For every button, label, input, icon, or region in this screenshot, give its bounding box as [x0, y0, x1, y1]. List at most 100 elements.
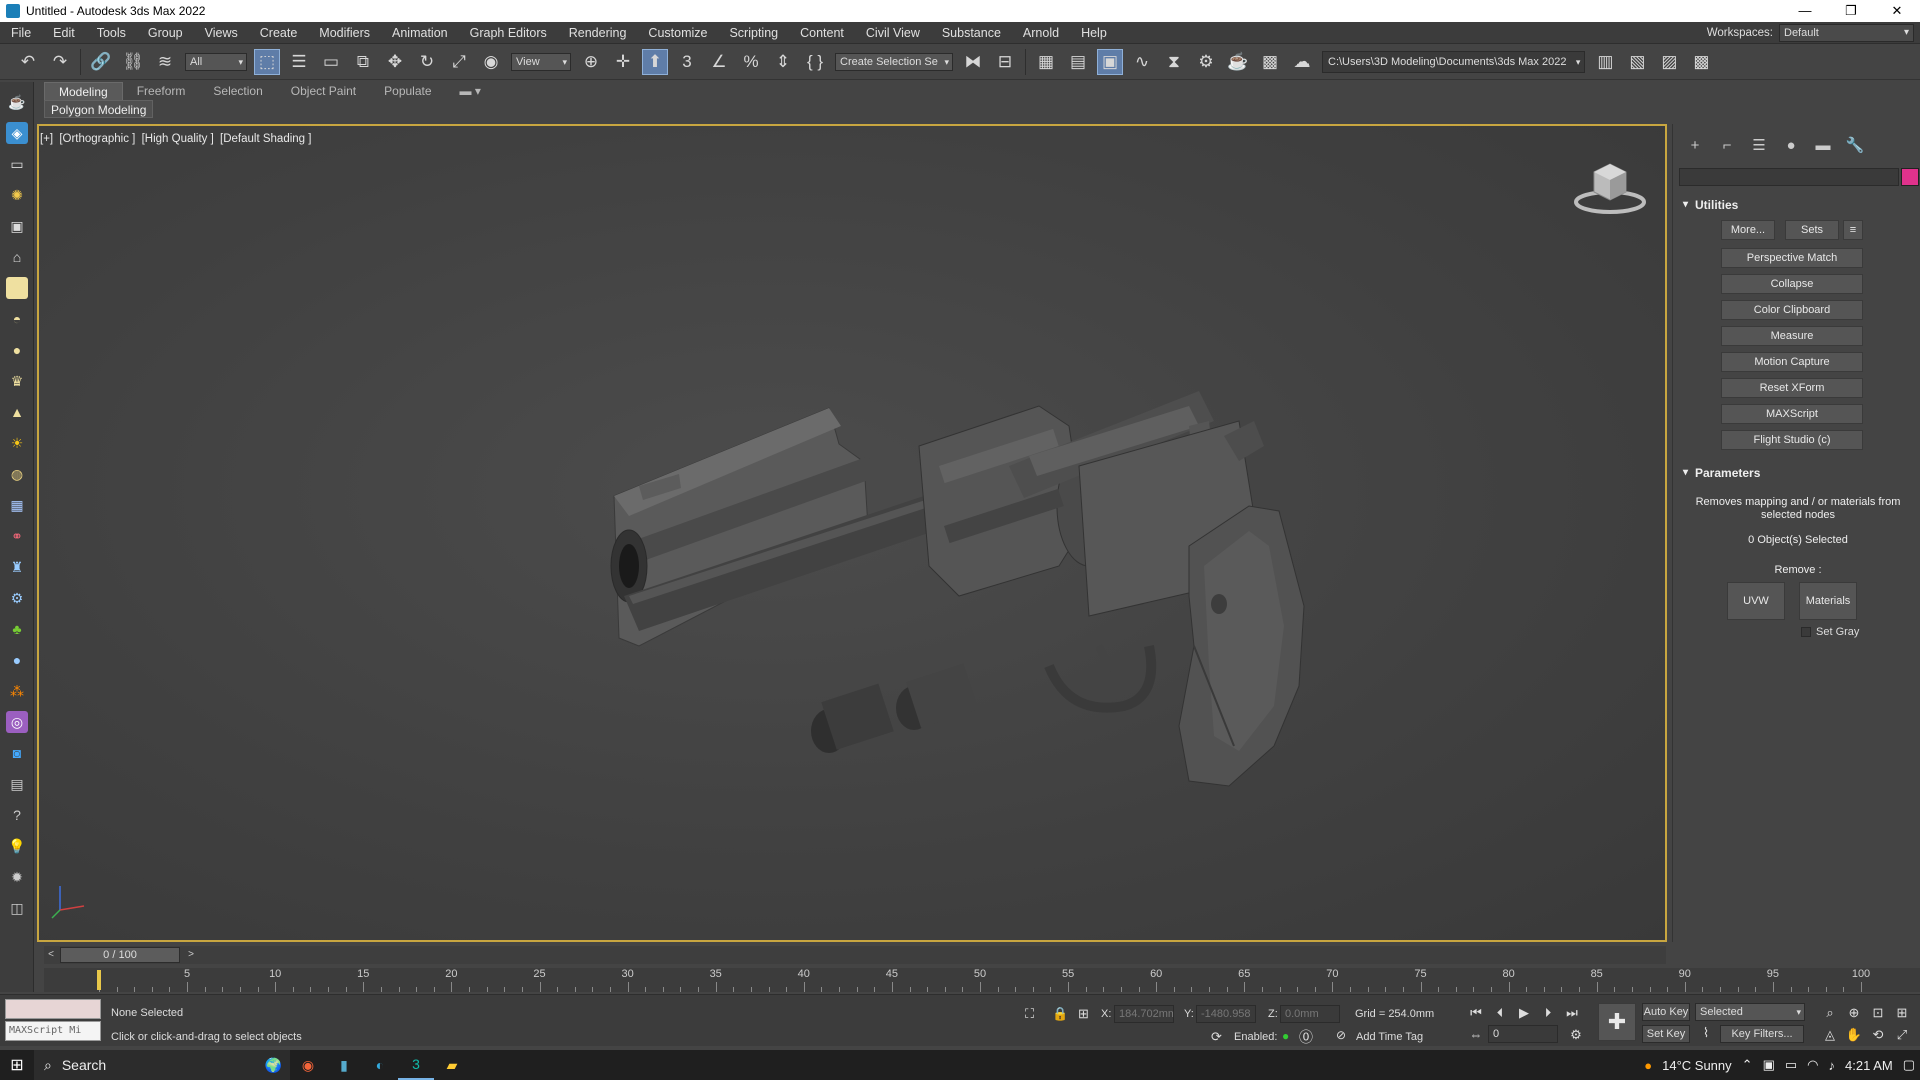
undo-icon[interactable]: ↶: [15, 49, 41, 75]
zoom-extents-icon[interactable]: ⊡: [1868, 1005, 1888, 1021]
snaps-toggle-icon[interactable]: 3: [674, 49, 700, 75]
go-to-end-icon[interactable]: ⏭: [1562, 1005, 1582, 1021]
menu-arnold[interactable]: Arnold: [1012, 26, 1070, 40]
zoom-extents-all-icon[interactable]: ⊞: [1892, 1005, 1912, 1021]
key-selection-dropdown[interactable]: Selected: [1695, 1003, 1805, 1021]
menu-create[interactable]: Create: [249, 26, 309, 40]
selection-lock-icon[interactable]: 🔒: [1052, 1006, 1068, 1022]
camera-icon[interactable]: ◫: [6, 897, 28, 919]
hemisphere-icon[interactable]: ◓: [6, 308, 28, 330]
spinner-snap-icon[interactable]: ⇕: [770, 49, 796, 75]
object-name-field[interactable]: [1679, 168, 1899, 186]
render-frame-icon[interactable]: ◎: [6, 711, 28, 733]
lights-icon[interactable]: ✺: [6, 184, 28, 206]
bind-space-warp-icon[interactable]: ≋: [152, 49, 178, 75]
key-filters-button[interactable]: Key Filters...: [1720, 1025, 1804, 1043]
play-icon[interactable]: ▶: [1514, 1005, 1534, 1021]
object-color-swatch[interactable]: [1901, 168, 1919, 186]
camera-tray-icon[interactable]: ▣: [1763, 1057, 1775, 1073]
viewcube-icon[interactable]: [1572, 158, 1648, 216]
remove-materials-button[interactable]: Materials: [1799, 582, 1857, 620]
set-gray-checkbox[interactable]: [1801, 627, 1811, 637]
menu-rendering[interactable]: Rendering: [558, 26, 638, 40]
sun-icon[interactable]: ☀: [6, 432, 28, 454]
zoom-icon[interactable]: ⌕: [1820, 1005, 1840, 1021]
material-ball-icon[interactable]: ●: [6, 649, 28, 671]
workspace-dropdown[interactable]: Default: [1779, 24, 1914, 42]
enabled-indicator-icon[interactable]: ●: [1282, 1029, 1289, 1043]
selection-filter-dropdown[interactable]: All: [185, 52, 247, 71]
viewport-menu-plus[interactable]: [+]: [40, 133, 53, 145]
mirror-icon[interactable]: ⧓: [960, 49, 986, 75]
taskbar-search[interactable]: ⌕ Search 🌍: [34, 1050, 290, 1080]
menu-modifiers[interactable]: Modifiers: [308, 26, 381, 40]
pivot-center-icon[interactable]: ⊕: [578, 49, 604, 75]
maxscript-listener-box[interactable]: [5, 999, 101, 1019]
menu-help[interactable]: Help: [1070, 26, 1118, 40]
edit-named-sets-icon[interactable]: { }: [802, 49, 828, 75]
menu-substance[interactable]: Substance: [931, 26, 1012, 40]
select-manipulate-icon[interactable]: ✛: [610, 49, 636, 75]
select-object-icon[interactable]: ⬚: [254, 48, 280, 75]
viewport[interactable]: [37, 124, 1667, 942]
start-button-icon[interactable]: ⊞: [0, 1055, 34, 1075]
menu-views[interactable]: Views: [194, 26, 249, 40]
create-tab-icon[interactable]: +: [1679, 134, 1711, 156]
battery-icon[interactable]: ▭: [1785, 1057, 1797, 1073]
configure-sets-icon[interactable]: ≡: [1843, 220, 1863, 240]
utilities-rollout-title[interactable]: Utilities: [1679, 196, 1913, 214]
redo-icon[interactable]: ↷: [47, 49, 73, 75]
y-coord-field[interactable]: -1480.958: [1196, 1005, 1256, 1023]
container-icon[interactable]: ▧: [1624, 49, 1650, 75]
time-slider-thumb[interactable]: 0 / 100: [60, 947, 180, 963]
add-time-tag[interactable]: Add Time Tag: [1356, 1031, 1423, 1043]
maximize-viewport-icon[interactable]: ⤢: [1892, 1027, 1912, 1043]
sphere-icon[interactable]: ●: [6, 339, 28, 361]
viewport-shading-label[interactable]: [Default Shading ]: [220, 133, 311, 145]
rendered-frame-window-icon[interactable]: ▩: [1257, 49, 1283, 75]
tab-modeling[interactable]: Modeling: [44, 82, 123, 100]
create-icon[interactable]: ◈: [6, 122, 28, 144]
edge-browser-icon[interactable]: ◐: [362, 1050, 398, 1080]
ribbon-polygon-modeling[interactable]: Polygon Modeling: [44, 100, 154, 118]
percent-snap-icon[interactable]: %: [738, 49, 764, 75]
color-clipboard-button[interactable]: Color Clipboard: [1721, 300, 1863, 320]
menu-animation[interactable]: Animation: [381, 26, 459, 40]
file-explorer-icon[interactable]: ▰: [434, 1050, 470, 1080]
utilities-tab-icon[interactable]: 🔧: [1839, 134, 1871, 156]
render-setup-icon[interactable]: ☕: [1225, 49, 1251, 75]
viewport-quality-label[interactable]: [High Quality ]: [142, 133, 214, 145]
video-post-icon[interactable]: ◙: [6, 742, 28, 764]
stats-app-icon[interactable]: ▮: [326, 1050, 362, 1080]
weather-icon[interactable]: ●: [1644, 1058, 1652, 1073]
modify-tab-icon[interactable]: ⌐: [1711, 134, 1743, 156]
revolver-model[interactable]: [610, 391, 1305, 787]
motion-capture-button[interactable]: Motion Capture: [1721, 352, 1863, 372]
viewport-label[interactable]: [+] [Orthographic ] [High Quality ] [Def…: [40, 133, 314, 145]
ribbon-options-icon[interactable]: ▬ ▾: [446, 82, 495, 100]
biped-icon[interactable]: ♜: [6, 556, 28, 578]
3ds-max-app-icon[interactable]: 3: [398, 1050, 434, 1080]
auto-key-button[interactable]: Auto Key: [1642, 1003, 1690, 1021]
flight-studio-button[interactable]: Flight Studio (c): [1721, 430, 1863, 450]
layer-explorer-icon[interactable]: ▤: [1065, 49, 1091, 75]
field-of-view-icon[interactable]: ◬: [1820, 1027, 1840, 1043]
utility-icon[interactable]: ▤: [6, 773, 28, 795]
project-icon[interactable]: ▥: [1592, 49, 1618, 75]
tab-freeform[interactable]: Freeform: [123, 82, 200, 100]
unlink-icon[interactable]: ⛓: [120, 49, 146, 75]
gear-icon[interactable]: ⚙: [6, 587, 28, 609]
viewport-view-label[interactable]: [Orthographic ]: [59, 133, 135, 145]
scene-explorer-icon[interactable]: ▦: [1033, 49, 1059, 75]
time-configuration-icon[interactable]: ⚙: [1566, 1027, 1586, 1043]
wifi-icon[interactable]: ◠: [1807, 1057, 1818, 1073]
adaptive-degradation-icon[interactable]: ⟳: [1211, 1029, 1222, 1045]
grid-icon[interactable]: ▦: [6, 494, 28, 516]
plane-icon[interactable]: [6, 277, 28, 299]
container-close-icon[interactable]: ▩: [1688, 49, 1714, 75]
material-editor-icon[interactable]: ⚙: [1193, 49, 1219, 75]
menu-graph-editors[interactable]: Graph Editors: [459, 26, 558, 40]
window-crossing-icon[interactable]: ⧉: [350, 49, 376, 75]
previous-frame-icon[interactable]: ⏴: [1490, 1005, 1510, 1021]
default-in-out-tangents-icon[interactable]: ⌇: [1696, 1025, 1716, 1041]
